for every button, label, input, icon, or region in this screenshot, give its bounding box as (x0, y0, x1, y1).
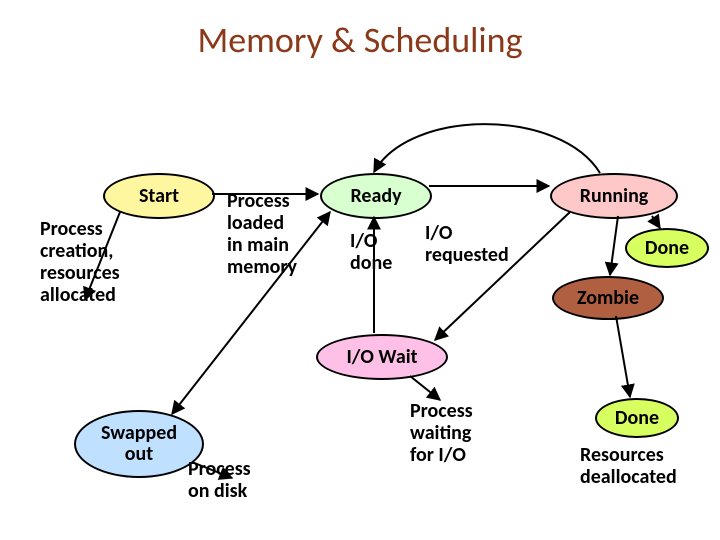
state-iowait: I/O Wait (316, 334, 448, 380)
state-done-lower: Done (595, 398, 679, 438)
state-iowait-label: I/O Wait (346, 345, 417, 369)
page-title: Memory & Scheduling (0, 18, 720, 62)
state-running-label: Running (580, 184, 649, 208)
label-process-loaded: Process loaded in main memory (227, 190, 297, 278)
label-process-creation: Process creation, resources allocated (40, 218, 120, 306)
label-resources-deallocated: Resources deallocated (580, 444, 677, 488)
label-io-done: I/O done (350, 230, 392, 274)
state-running: Running (550, 173, 678, 219)
state-start: Start (103, 173, 215, 219)
state-swapped: Swapped out (74, 410, 204, 478)
state-done-upper-label: Done (645, 236, 689, 260)
state-swapped-label: Swapped out (101, 423, 177, 465)
label-io-requested: I/O requested (425, 222, 509, 266)
state-start-label: Start (139, 184, 179, 208)
state-ready: Ready (320, 173, 432, 219)
state-zombie: Zombie (552, 276, 664, 320)
label-process-on-disk: Process on disk (188, 458, 251, 502)
state-done-lower-label: Done (615, 406, 659, 430)
state-zombie-label: Zombie (577, 286, 639, 310)
state-done-upper: Done (625, 228, 709, 268)
state-ready-label: Ready (350, 184, 401, 208)
label-process-waiting: Process waiting for I/O (410, 400, 473, 466)
